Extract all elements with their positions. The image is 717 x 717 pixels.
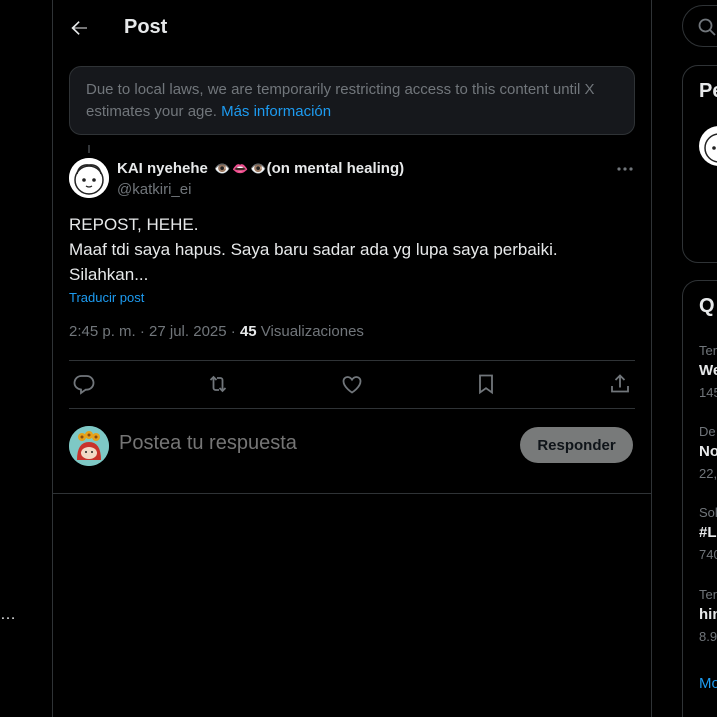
eye-emoji: 👁️ (214, 161, 231, 176)
post-line: Maaf tdi saya hapus. Saya baru sadar ada… (69, 240, 558, 259)
relevant-people-card: Pe (682, 65, 717, 263)
page-title: Post (124, 16, 168, 38)
post-line: REPOST, HEHE. (69, 215, 199, 234)
person-avatar[interactable] (699, 126, 717, 166)
post-metadata: 2:45 p. m. · 27 jul. 2025 · 45 Visualiza… (69, 323, 364, 340)
trend-category: Ten (699, 343, 717, 358)
right-sidebar: Pe Q Ten We 145 De No 22, Sol #L 740 Ten… (652, 0, 717, 717)
notice-text: Due to local laws, we are temporarily re… (86, 81, 595, 120)
trend-count: 740 (699, 547, 717, 562)
trends-card: Q Ten We 145 De No 22, Sol #L 740 Ten hi… (682, 280, 717, 717)
reply-input[interactable] (119, 432, 499, 455)
like-heart-icon[interactable] (340, 372, 364, 396)
trend-category: Ten (699, 587, 717, 602)
post-timestamp[interactable]: 2:45 p. m. · 27 jul. 2025 · (69, 323, 236, 340)
divider (69, 360, 635, 361)
trend-category: Sol (699, 505, 717, 520)
trend-item[interactable]: Ten hin 8.9 (699, 587, 717, 645)
trend-count: 22, (699, 466, 717, 481)
eye-emoji: 👁️ (250, 161, 267, 176)
author-avatar[interactable] (69, 158, 109, 198)
search-icon (698, 18, 716, 36)
bookmark-icon[interactable] (474, 372, 498, 396)
trend-item[interactable]: De No 22, (699, 424, 717, 482)
lips-emoji: 👄 (232, 161, 249, 176)
trend-name: #L (699, 524, 717, 541)
main-column: Post Due to local laws, we are temporari… (52, 0, 652, 717)
trend-item[interactable]: Ten We 145 (699, 343, 717, 401)
repost-icon[interactable] (206, 372, 230, 396)
thread-connector (88, 145, 90, 153)
show-more-link[interactable]: Mo (699, 675, 717, 692)
display-name: KAI nyehehe (117, 160, 208, 177)
divider (52, 493, 651, 494)
post-line: Silahkan... (69, 265, 149, 284)
divider (69, 408, 635, 409)
card-title: Q (699, 295, 715, 317)
card-title: Pe (699, 80, 717, 102)
views-count: 45 (239, 323, 257, 340)
trend-name: hin (699, 606, 717, 623)
views-label: Visualizaciones (260, 323, 364, 340)
share-icon[interactable] (608, 372, 632, 396)
trend-item[interactable]: Sol #L 740 (699, 505, 717, 563)
more-menu-dots[interactable]: … (0, 606, 17, 624)
user-avatar[interactable] (69, 426, 109, 466)
trend-category: De (699, 424, 716, 439)
reply-button[interactable]: Responder (520, 427, 633, 463)
trend-name: No (699, 443, 717, 460)
name-suffix: (on mental healing) (266, 160, 405, 177)
more-options-icon[interactable] (614, 160, 636, 178)
author-name[interactable]: KAI nyehehe 👁️ 👄 👁️(on mental healing) (117, 160, 404, 177)
trend-count: 145 (699, 385, 717, 400)
reply-icon[interactable] (72, 372, 96, 396)
search-box[interactable] (682, 5, 717, 47)
author-handle[interactable]: @katkiri_ei (117, 181, 191, 198)
translate-post-link[interactable]: Traducir post (69, 290, 144, 305)
trend-name: We (699, 362, 717, 379)
trend-count: 8.9 (699, 629, 717, 644)
post-header: Post (52, 0, 651, 56)
more-info-link[interactable]: Más información (221, 103, 331, 120)
post-text: REPOST, HEHE. Maaf tdi saya hapus. Saya … (69, 212, 629, 287)
age-restriction-notice: Due to local laws, we are temporarily re… (69, 66, 635, 135)
back-arrow-icon[interactable] (68, 16, 92, 40)
